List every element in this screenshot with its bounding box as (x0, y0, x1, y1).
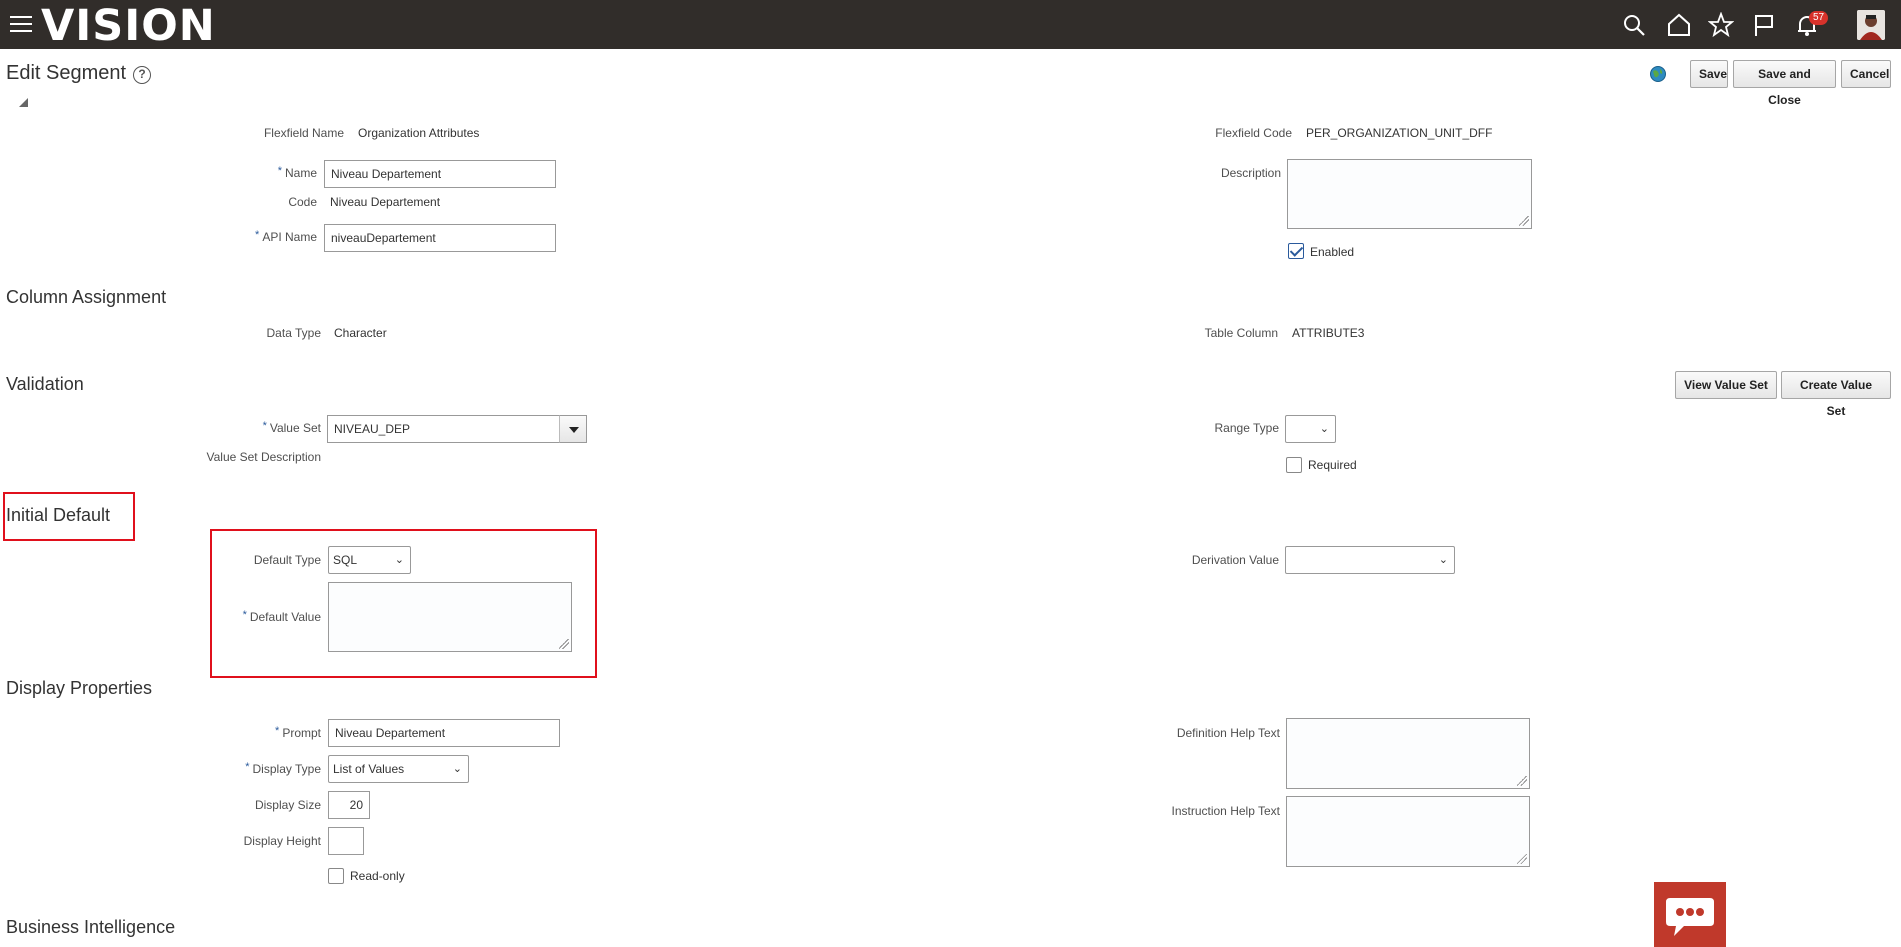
description-label: Description (1220, 166, 1281, 180)
name-input[interactable] (324, 160, 556, 188)
required-indicator: * (262, 420, 267, 432)
required-indicator: * (245, 761, 250, 773)
name-label: * Name (277, 165, 317, 180)
required-indicator: * (275, 725, 280, 737)
instruction-help-text-label: Instruction Help Text (1171, 804, 1281, 818)
column-assignment-section-title: Column Assignment (6, 287, 167, 307)
prompt-input[interactable] (328, 719, 560, 747)
value-set-input[interactable] (327, 415, 560, 443)
derivation-value-select[interactable]: ⌄ (1285, 546, 1455, 574)
default-type-select[interactable]: SQL ⌄ (328, 546, 411, 574)
create-value-set-button[interactable]: Create Value Set (1781, 371, 1891, 418)
home-icon[interactable] (1666, 12, 1692, 38)
flexfield-code-value: PER_ORGANIZATION_UNIT_DFF (1306, 126, 1493, 140)
range-type-label: Range Type (1214, 421, 1280, 435)
definition-help-text-label: Definition Help Text (1176, 726, 1280, 740)
value-set-label: * Value Set (262, 420, 321, 435)
app-logo[interactable]: VISION (41, 2, 216, 50)
chevron-down-icon: ⌄ (452, 763, 462, 775)
required-indicator: * (277, 165, 282, 177)
value-set-dropdown-icon[interactable] (559, 415, 587, 443)
chat-bubble-icon[interactable] (1654, 882, 1726, 947)
code-value: Niveau Departement (330, 195, 441, 209)
data-type-value: Character (334, 326, 387, 340)
search-icon[interactable] (1621, 12, 1647, 38)
prompt-label: * Prompt (275, 725, 321, 740)
cancel-button[interactable]: Cancel (1841, 60, 1891, 88)
chevron-down-icon: ⌄ (394, 554, 404, 566)
default-type-label: Default Type (253, 553, 321, 567)
display-height-input[interactable] (328, 827, 364, 855)
data-type-label: Data Type (266, 326, 321, 340)
save-and-close-button[interactable]: Save and Close (1733, 60, 1836, 107)
view-value-set-button[interactable]: View Value Set (1675, 371, 1777, 399)
required-indicator: * (255, 229, 260, 241)
global-header: VISION 57 (0, 0, 1901, 50)
save-button[interactable]: Save (1690, 60, 1728, 88)
chevron-down-icon: ⌄ (1438, 554, 1448, 566)
api-name-label: * API Name (255, 229, 317, 244)
code-label: Code (288, 195, 317, 209)
translation-globe-icon[interactable] (1649, 65, 1667, 83)
help-icon[interactable]: ? (133, 66, 151, 84)
watchlist-flag-icon[interactable] (1751, 12, 1777, 38)
table-column-label: Table Column (1204, 326, 1278, 340)
page-title: Edit Segment (6, 62, 127, 84)
notifications-count-badge: 57 (1809, 11, 1829, 25)
default-value-textarea[interactable] (328, 582, 572, 652)
business-intelligence-section-title: Business Intelligence (6, 917, 176, 937)
flexfield-name-label: Flexfield Name (263, 126, 344, 140)
definition-help-text-textarea[interactable] (1286, 718, 1530, 789)
api-name-input[interactable] (324, 224, 556, 252)
display-properties-section-title: Display Properties (6, 678, 153, 698)
description-textarea[interactable] (1287, 159, 1532, 229)
enabled-label: Enabled (1310, 245, 1355, 259)
navigator-menu-icon[interactable] (10, 16, 32, 34)
default-value-label: * Default Value (242, 609, 321, 624)
display-size-input[interactable] (328, 791, 370, 819)
flexfield-name-value: Organization Attributes (358, 126, 480, 140)
flexfield-code-label: Flexfield Code (1215, 126, 1292, 140)
required-checkbox[interactable] (1286, 457, 1302, 473)
collapse-section-icon[interactable] (19, 98, 28, 107)
display-size-label: Display Size (254, 798, 321, 812)
validation-section-title: Validation (6, 374, 84, 394)
table-column-value: ATTRIBUTE3 (1292, 326, 1365, 340)
favorites-star-icon[interactable] (1707, 11, 1735, 38)
range-type-select[interactable]: ⌄ (1285, 415, 1336, 443)
read-only-label: Read-only (350, 869, 405, 883)
required-indicator: * (242, 609, 247, 621)
chevron-down-icon: ⌄ (1319, 423, 1329, 435)
display-height-label: Display Height (243, 834, 321, 848)
derivation-value-label: Derivation Value (1191, 553, 1279, 567)
enabled-checkbox[interactable] (1288, 243, 1304, 259)
display-type-label: * Display Type (245, 761, 321, 776)
required-label: Required (1308, 458, 1357, 472)
instruction-help-text-textarea[interactable] (1286, 796, 1530, 867)
read-only-checkbox[interactable] (328, 868, 344, 884)
initial-default-section-title: Initial Default (6, 505, 111, 525)
display-type-select[interactable]: List of Values ⌄ (328, 755, 469, 783)
user-avatar[interactable] (1857, 10, 1885, 40)
value-set-description-label: Value Set Description (206, 450, 321, 464)
